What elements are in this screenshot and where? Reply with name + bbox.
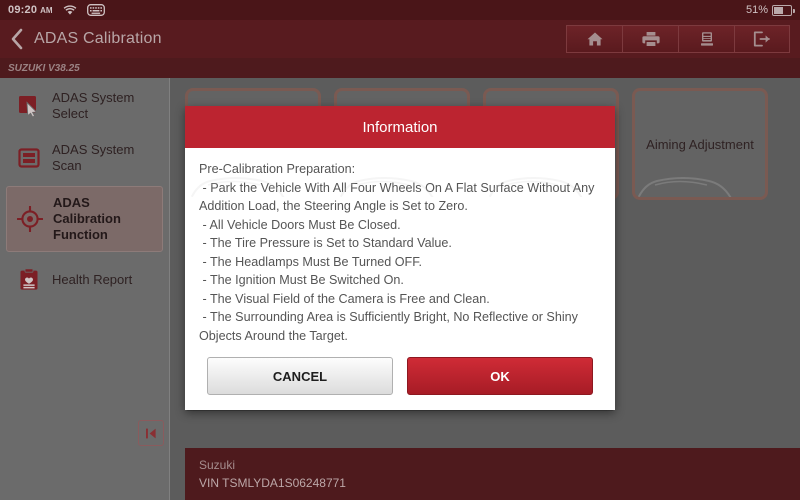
sidebar-item-health-report[interactable]: Health Report xyxy=(6,256,163,304)
version-label: SUZUKI V38.25 xyxy=(8,62,80,74)
sidebar-item-adas-system-scan[interactable]: ADAS System Scan xyxy=(6,134,163,182)
information-dialog: Information Pre-Calibration Preparation:… xyxy=(185,106,615,410)
clock-ampm: AM xyxy=(40,5,53,15)
vehicle-info-bar: Suzuki VIN TSMLYDA1S06248771 xyxy=(185,448,800,500)
crosshair-target-icon xyxy=(17,206,43,232)
print-button[interactable] xyxy=(622,25,678,53)
ok-button[interactable]: OK xyxy=(407,357,593,395)
home-button[interactable] xyxy=(566,25,622,53)
vehicle-vin: VIN TSMLYDA1S06248771 xyxy=(199,476,346,490)
car-outline-watermark xyxy=(637,177,732,197)
car-outline-watermark xyxy=(190,177,285,197)
save-report-icon xyxy=(700,32,713,46)
dialog-header: Information xyxy=(185,106,615,148)
sidebar: ADAS System Select ADAS System Scan ADAS… xyxy=(0,78,170,500)
home-icon xyxy=(587,32,602,46)
sidebar-item-adas-calibration-function[interactable]: ADAS Calibration Function xyxy=(6,186,163,252)
exit-button[interactable] xyxy=(734,25,790,53)
battery-icon xyxy=(772,4,795,16)
printer-icon xyxy=(641,32,660,46)
car-outline-watermark xyxy=(339,177,434,197)
sidebar-item-label: ADAS System Scan xyxy=(52,142,135,173)
keyboard-icon xyxy=(86,4,105,16)
battery-percent-label: 51% xyxy=(745,4,768,16)
titlebar-actions xyxy=(566,25,790,53)
sidebar-item-label: ADAS Calibration Function xyxy=(53,195,121,242)
card-label: Aiming Adjustment xyxy=(646,136,754,152)
vehicle-make: Suzuki xyxy=(199,458,236,472)
sidebar-item-label: Health Report xyxy=(52,272,133,287)
clock-time: 09:20 xyxy=(8,4,38,16)
page-title: ADAS Calibration xyxy=(34,30,162,47)
scan-icon xyxy=(16,145,42,171)
wifi-icon xyxy=(63,4,77,16)
save-report-button[interactable] xyxy=(678,25,734,53)
back-chevron-icon xyxy=(11,28,23,50)
dialog-title: Information xyxy=(362,118,438,136)
sidebar-item-label: ADAS System Select xyxy=(52,90,135,121)
cancel-button[interactable]: CANCEL xyxy=(207,357,393,395)
exit-icon xyxy=(753,31,770,47)
adas-calibration-screen: 09:20 AM 51% ADAS Calibration SUZUKI V38… xyxy=(0,0,800,500)
status-bar: 09:20 AM 51% xyxy=(0,0,800,20)
calibration-card-aiming-adjustment[interactable]: Aiming Adjustment xyxy=(632,88,768,200)
title-bar: ADAS Calibration xyxy=(0,20,800,58)
dialog-footer: CANCEL OK xyxy=(185,342,615,410)
car-outline-watermark xyxy=(488,177,583,197)
cursor-select-icon xyxy=(16,93,42,119)
clipboard-heart-icon xyxy=(16,267,42,293)
back-button[interactable] xyxy=(0,20,34,58)
version-bar: SUZUKI V38.25 xyxy=(0,58,800,78)
collapse-sidebar-button[interactable] xyxy=(138,420,164,446)
collapse-panel-icon xyxy=(146,428,156,438)
sidebar-item-adas-system-select[interactable]: ADAS System Select xyxy=(6,82,163,130)
